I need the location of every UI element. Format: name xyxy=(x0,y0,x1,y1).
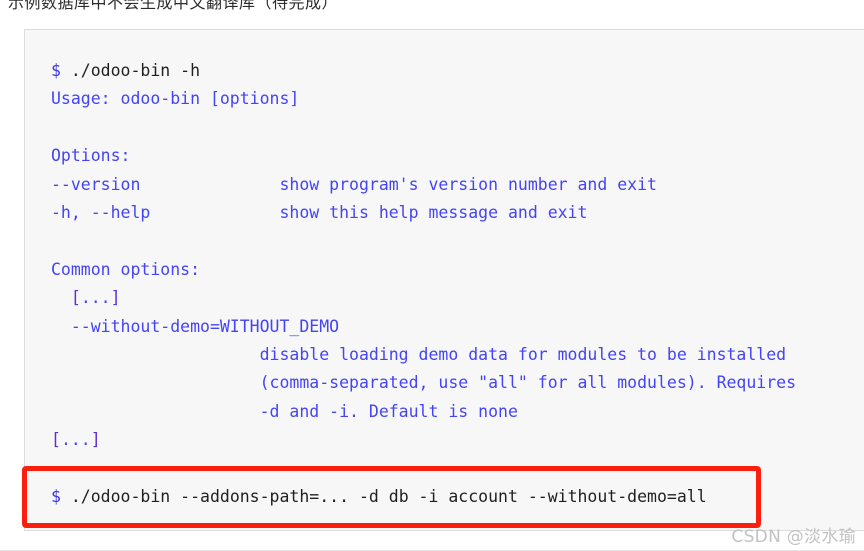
code-token-blue: disable loading demo data for modules to… xyxy=(51,344,787,364)
code-token-blank xyxy=(51,118,61,137)
csdn-watermark: CSDN @淡水瑜 xyxy=(731,527,856,547)
code-line-opt-help: -h, --help show this help message and ex… xyxy=(51,199,796,227)
code-line-cmd-install: $ ./odoo-bin --addons-path=... -d db -i … xyxy=(51,483,796,511)
code-line-common-options: Common options: xyxy=(51,256,796,284)
code-line-blank-3 xyxy=(51,454,796,482)
code-line-cmd-help: $ ./odoo-bin -h xyxy=(51,57,796,85)
code-token-plain: ./odoo-bin -h xyxy=(60,61,201,80)
code-token-prompt: $ xyxy=(51,486,61,506)
code-token-violet: [ xyxy=(51,288,81,308)
code-line-desc-line-3: -d and -i. Default is none xyxy=(51,398,796,426)
code-token-blank xyxy=(51,231,61,250)
code-token-blue: -h, --help show this help message and ex… xyxy=(51,202,588,222)
code-line-usage: Usage: odoo-bin [options] xyxy=(51,85,796,113)
code-line-opt-without-demo: --without-demo=WITHOUT_DEMO xyxy=(51,313,796,341)
code-line-opt-version: --version show program's version number … xyxy=(51,171,796,199)
code-token-blue: Options: xyxy=(51,146,131,166)
code-token-blue: Usage: odoo-bin [options] xyxy=(51,89,300,109)
code-token-plain: ./odoo-bin --addons-path=... -d db -i ac… xyxy=(60,486,707,506)
code-token-blue: ... xyxy=(60,430,91,450)
code-line-ellipsis-2: [...] xyxy=(51,426,796,454)
code-token-violet: [ xyxy=(51,430,61,450)
code-token-blue: (comma-separated, use "all" for all modu… xyxy=(51,373,797,393)
code-block-lines: $ ./odoo-bin -h Usage: odoo-bin [options]… xyxy=(51,57,796,511)
code-line-desc-line-1: disable loading demo data for modules to… xyxy=(51,341,796,369)
page-caption-strip: 示例数据库中不会生成中文翻译库（待完成） xyxy=(0,0,864,14)
code-block: $ ./odoo-bin -h Usage: odoo-bin [options]… xyxy=(24,29,864,531)
code-token-blank xyxy=(51,458,61,477)
code-line-blank-1 xyxy=(51,114,796,142)
code-token-blue: -d and -i. Default is none xyxy=(51,401,518,421)
code-token-blue: Common options: xyxy=(51,259,201,279)
code-token-blue: --without-demo=WITHOUT_DEMO xyxy=(51,316,340,336)
code-token-violet: ] xyxy=(90,430,101,450)
page-caption-text: 示例数据库中不会生成中文翻译库（待完成） xyxy=(8,0,339,12)
code-token-blue: ... xyxy=(80,288,111,308)
code-line-blank-2 xyxy=(51,227,796,255)
code-line-ellipsis-1: [...] xyxy=(51,284,796,312)
code-token-blue: --version show program's version number … xyxy=(51,174,657,194)
code-token-prompt: $ xyxy=(51,61,61,80)
code-token-violet: ] xyxy=(110,288,121,308)
code-line-options-header: Options: xyxy=(51,142,796,170)
code-line-desc-line-2: (comma-separated, use "all" for all modu… xyxy=(51,369,796,397)
